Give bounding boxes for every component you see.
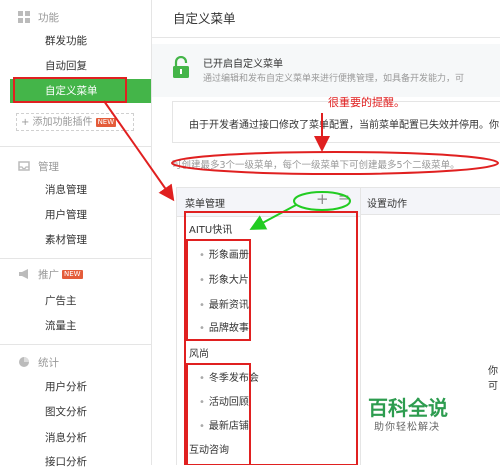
submenu-label: 品牌故事	[208, 323, 249, 334]
menu-item-fashion[interactable]: 风尚	[189, 345, 209, 360]
submenu-label: 最新资讯	[208, 300, 249, 311]
sidebar-item-auto-reply[interactable]: 自动回复	[45, 57, 87, 75]
bullet-icon: •	[199, 373, 205, 384]
sidebar-item-publisher[interactable]: 流量主	[45, 317, 77, 335]
menu-management-panel: 菜单管理 + = AITU快讯 • 形象画册 • 形象大片 • 最新资讯 • 品牌故事 …	[176, 187, 361, 465]
menu-limits-hint: 可创建最多3个一级菜单，每个一级菜单下可创建最多5个二级菜单。	[172, 160, 460, 171]
sort-menu-icon[interactable]: =	[338, 190, 350, 206]
sidebar-item-users[interactable]: 用户管理	[45, 206, 87, 224]
menu-panel-title: 菜单管理	[185, 199, 225, 210]
submenu-item[interactable]: • 形象大片	[199, 271, 249, 286]
bullet-icon: •	[199, 275, 205, 286]
warning-box: 由于开发者通过接口修改了菜单配置，当前菜单配置已失效并停用。你	[172, 101, 500, 143]
inbox-icon	[18, 160, 30, 172]
sidebar-item-message-analysis[interactable]: 消息分析	[45, 429, 87, 447]
section-label: 管理	[38, 160, 59, 173]
divider	[0, 258, 151, 259]
watermark-title: 百科全说	[368, 396, 448, 420]
divider	[0, 344, 151, 345]
sidebar-item-messages[interactable]: 消息管理	[45, 181, 87, 199]
section-label: 推广	[38, 268, 59, 281]
bullet-icon: •	[199, 421, 205, 432]
sidebar: 功能 群发功能 自动回复 自定义菜单 + 添加功能插件 NEW 管理 消息管理 用…	[0, 0, 152, 468]
sidebar-item-api-analysis[interactable]: 接口分析	[45, 453, 87, 471]
chart-icon	[18, 356, 30, 368]
submenu-label: 活动回顾	[208, 397, 249, 408]
submenu-item[interactable]: • 最新店铺	[199, 417, 249, 432]
watermark-subtitle: 助你轻松解决	[374, 422, 440, 433]
menu-item-interactive[interactable]: 互动咨询	[189, 441, 229, 456]
bullet-icon: •	[199, 250, 205, 261]
section-header-features: 功能	[18, 8, 59, 26]
submenu-label: 形象画册	[208, 250, 249, 261]
notice-description: 通过编辑和发布自定义菜单来进行便携管理，如具备开发能力，可	[203, 74, 465, 84]
submenu-item[interactable]: • 品牌故事	[199, 319, 249, 334]
submenu-item[interactable]: • 最新资讯	[199, 296, 249, 311]
divider	[152, 37, 500, 38]
warning-text: 由于开发者通过接口修改了菜单配置，当前菜单配置已失效并停用。你	[189, 120, 499, 131]
notice-title: 已开启自定义菜单	[203, 59, 283, 70]
divider	[0, 146, 151, 147]
submenu-label: 最新店铺	[208, 421, 249, 432]
submenu-item[interactable]: • 冬季发布会	[199, 369, 259, 384]
section-header-statistics: 统计	[18, 353, 59, 371]
action-panel-text: 你可	[488, 366, 498, 392]
grid-icon	[18, 11, 30, 23]
new-badge: NEW	[95, 117, 117, 127]
menu-status-notice: 已开启自定义菜单 通过编辑和发布自定义菜单来进行便携管理，如具备开发能力，可	[152, 44, 500, 97]
section-label: 功能	[38, 11, 59, 24]
sidebar-item-user-analysis[interactable]: 用户分析	[45, 378, 87, 396]
sidebar-item-materials[interactable]: 素材管理	[45, 231, 87, 249]
add-plugin-button[interactable]: + 添加功能插件 NEW	[16, 113, 134, 131]
section-label: 统计	[38, 356, 59, 369]
lock-icon	[173, 55, 189, 81]
bullet-icon: •	[199, 300, 205, 311]
menu-item-aitu[interactable]: AITU快讯	[189, 221, 232, 236]
action-panel-header: 设置动作	[361, 187, 500, 215]
bullet-icon: •	[199, 323, 205, 334]
submenu-label: 冬季发布会	[208, 373, 259, 384]
add-plugin-label: + 添加功能插件	[21, 117, 93, 128]
sidebar-item-mass-send[interactable]: 群发功能	[45, 32, 87, 50]
add-menu-icon[interactable]: +	[316, 190, 329, 208]
menu-panel-header: 菜单管理 + =	[177, 188, 360, 217]
submenu-label: 形象大片	[208, 275, 249, 286]
page-title: 自定义菜单	[173, 11, 236, 26]
section-header-promotion: 推广 NEW	[18, 265, 83, 283]
sidebar-item-advertiser[interactable]: 广告主	[45, 292, 77, 310]
new-badge: NEW	[62, 269, 83, 279]
sidebar-item-article-analysis[interactable]: 图文分析	[45, 403, 87, 421]
section-header-manage: 管理	[18, 157, 59, 175]
submenu-item[interactable]: • 活动回顾	[199, 393, 249, 408]
action-panel-title: 设置动作	[367, 199, 407, 210]
bullet-icon: •	[199, 397, 205, 408]
sidebar-item-custom-menu[interactable]: 自定义菜单	[10, 79, 151, 103]
submenu-item[interactable]: • 形象画册	[199, 246, 249, 261]
megaphone-icon	[18, 268, 30, 280]
